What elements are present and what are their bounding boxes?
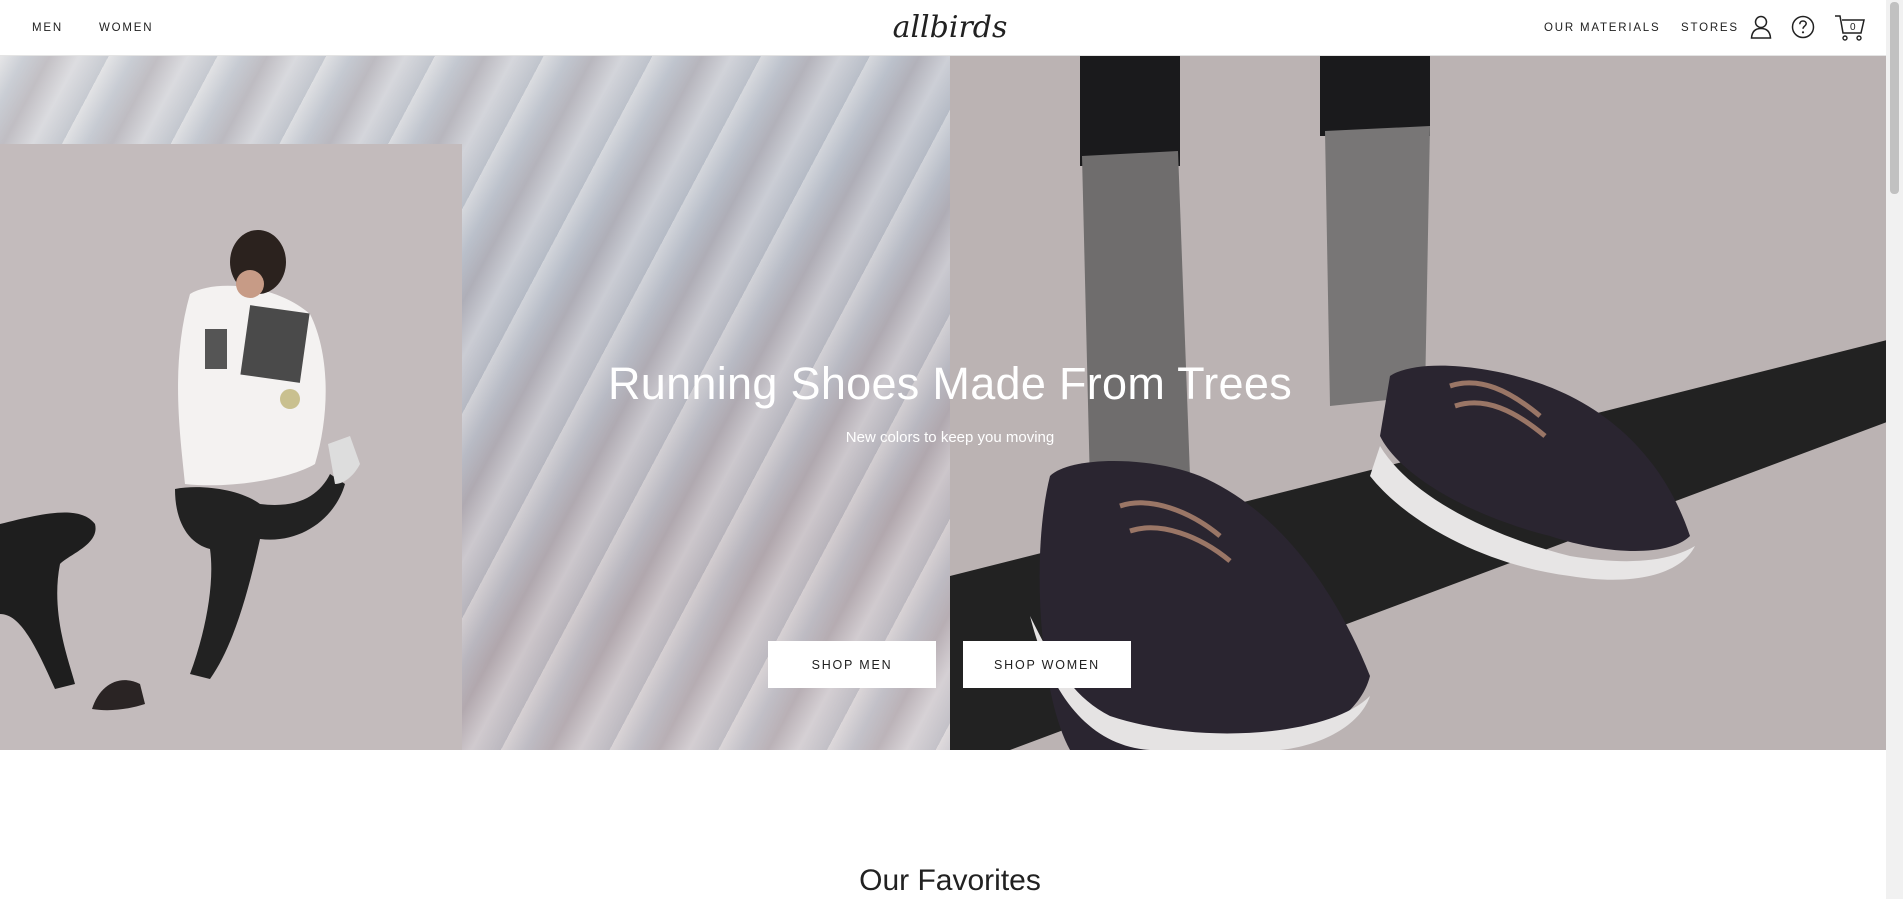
nav-women-link[interactable]: WOMEN (99, 21, 153, 35)
hero-subtitle: New colors to keep you moving (845, 429, 1055, 446)
help-icon[interactable] (1791, 15, 1815, 39)
cart-count: 0 (1850, 22, 1856, 33)
hero-banner: Running Shoes Made From Trees New colors… (0, 56, 1903, 750)
nav-our-materials-link[interactable]: OUR MATERIALS (1544, 21, 1660, 35)
page-scrollbar[interactable] (1886, 0, 1903, 899)
our-favorites-heading: Our Favorites (859, 864, 1041, 897)
site-header: MEN WOMEN allbirds OUR MATERIALS STORES … (0, 0, 1903, 56)
shop-women-button[interactable]: SHOP WOMEN (963, 641, 1131, 688)
scrollbar-thumb[interactable] (1890, 2, 1899, 194)
logo-text: allbirds (893, 10, 1008, 45)
nav-stores-link[interactable]: STORES (1681, 21, 1739, 35)
cart-button[interactable]: 0 (1834, 13, 1866, 43)
account-icon[interactable] (1750, 15, 1772, 39)
shop-men-button[interactable]: SHOP MEN (768, 641, 936, 688)
hero-title: Running Shoes Made From Trees (607, 358, 1293, 409)
nav-men-link[interactable]: MEN (32, 21, 63, 35)
allbirds-logo[interactable]: allbirds (890, 6, 1010, 50)
